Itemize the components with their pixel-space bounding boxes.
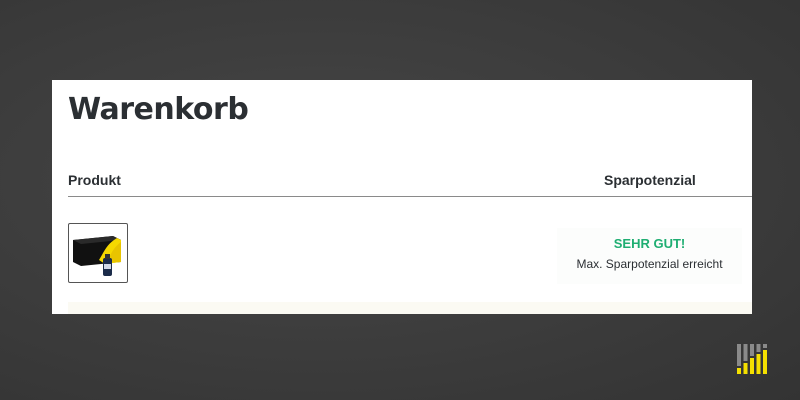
savings-rating: SEHR GUT! [613, 236, 686, 251]
savings-indicator: SEHR GUT! Max. Sparpotenzial erreicht [557, 228, 742, 284]
savings-note: Max. Sparpotenzial erreicht [576, 257, 723, 271]
page-title: Warenkorb [68, 92, 249, 127]
header-divider [68, 196, 752, 197]
toner-cartridge-icon [73, 236, 121, 276]
column-header-product: Produkt [68, 172, 121, 188]
product-thumbnail[interactable] [68, 223, 128, 283]
cart-panel: Warenkorb Produkt Sparpotenzial SEHR GUT… [52, 80, 752, 314]
cart-summary-strip [68, 302, 752, 314]
column-header-savings: Sparpotenzial [604, 172, 696, 188]
bar-chart-logo-icon [737, 344, 767, 374]
